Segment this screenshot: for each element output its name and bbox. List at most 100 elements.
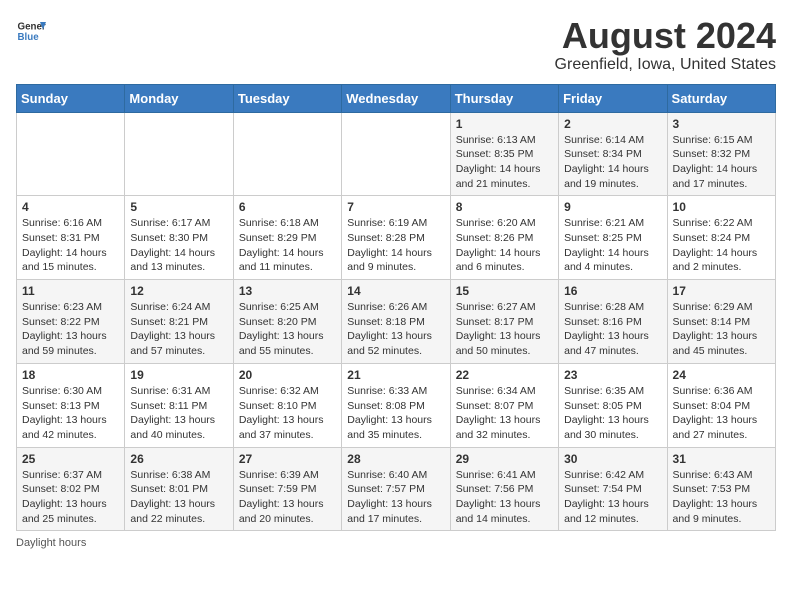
- day-number: 15: [456, 284, 553, 298]
- page-header: General Blue August 2024 Greenfield, Iow…: [16, 16, 776, 74]
- day-number: 11: [22, 284, 119, 298]
- day-number: 4: [22, 200, 119, 214]
- day-info: Sunrise: 6:27 AM Sunset: 8:17 PM Dayligh…: [456, 300, 553, 359]
- day-info: Sunrise: 6:38 AM Sunset: 8:01 PM Dayligh…: [130, 468, 227, 527]
- day-header-wednesday: Wednesday: [342, 84, 450, 112]
- day-number: 28: [347, 452, 444, 466]
- day-info: Sunrise: 6:34 AM Sunset: 8:07 PM Dayligh…: [456, 384, 553, 443]
- day-info: Sunrise: 6:25 AM Sunset: 8:20 PM Dayligh…: [239, 300, 336, 359]
- calendar-week-3: 11 Sunrise: 6:23 AM Sunset: 8:22 PM Dayli…: [17, 280, 776, 364]
- day-number: 9: [564, 200, 661, 214]
- day-header-tuesday: Tuesday: [233, 84, 341, 112]
- day-number: 12: [130, 284, 227, 298]
- calendar-cell: 13 Sunrise: 6:25 AM Sunset: 8:20 PM Dayli…: [233, 280, 341, 364]
- day-header-thursday: Thursday: [450, 84, 558, 112]
- day-number: 26: [130, 452, 227, 466]
- day-number: 17: [673, 284, 770, 298]
- logo-icon: General Blue: [16, 16, 46, 46]
- calendar-table: SundayMondayTuesdayWednesdayThursdayFrid…: [16, 84, 776, 532]
- calendar-cell: 15 Sunrise: 6:27 AM Sunset: 8:17 PM Dayli…: [450, 280, 558, 364]
- day-info: Sunrise: 6:23 AM Sunset: 8:22 PM Dayligh…: [22, 300, 119, 359]
- calendar-cell: [233, 112, 341, 196]
- day-info: Sunrise: 6:40 AM Sunset: 7:57 PM Dayligh…: [347, 468, 444, 527]
- day-info: Sunrise: 6:28 AM Sunset: 8:16 PM Dayligh…: [564, 300, 661, 359]
- day-info: Sunrise: 6:35 AM Sunset: 8:05 PM Dayligh…: [564, 384, 661, 443]
- day-number: 5: [130, 200, 227, 214]
- day-number: 7: [347, 200, 444, 214]
- day-info: Sunrise: 6:22 AM Sunset: 8:24 PM Dayligh…: [673, 216, 770, 275]
- calendar-cell: 26 Sunrise: 6:38 AM Sunset: 8:01 PM Dayli…: [125, 447, 233, 531]
- calendar-cell: 29 Sunrise: 6:41 AM Sunset: 7:56 PM Dayli…: [450, 447, 558, 531]
- day-header-saturday: Saturday: [667, 84, 775, 112]
- day-number: 16: [564, 284, 661, 298]
- day-number: 18: [22, 368, 119, 382]
- calendar-cell: 19 Sunrise: 6:31 AM Sunset: 8:11 PM Dayli…: [125, 363, 233, 447]
- calendar-cell: 7 Sunrise: 6:19 AM Sunset: 8:28 PM Daylig…: [342, 196, 450, 280]
- subtitle: Greenfield, Iowa, United States: [555, 56, 776, 74]
- day-info: Sunrise: 6:39 AM Sunset: 7:59 PM Dayligh…: [239, 468, 336, 527]
- calendar-week-5: 25Sunrise: 6:37 AM Sunset: 8:02 PM Dayli…: [17, 447, 776, 531]
- day-number: 31: [673, 452, 770, 466]
- day-number: 1: [456, 117, 553, 131]
- day-number: 14: [347, 284, 444, 298]
- calendar-cell: 24Sunrise: 6:36 AM Sunset: 8:04 PM Dayli…: [667, 363, 775, 447]
- footer-label: Daylight hours: [16, 537, 776, 549]
- day-info: Sunrise: 6:43 AM Sunset: 7:53 PM Dayligh…: [673, 468, 770, 527]
- calendar-cell: 6Sunrise: 6:18 AM Sunset: 8:29 PM Daylig…: [233, 196, 341, 280]
- svg-text:Blue: Blue: [18, 32, 40, 43]
- calendar-cell: 30 Sunrise: 6:42 AM Sunset: 7:54 PM Dayli…: [559, 447, 667, 531]
- calendar-cell: 17 Sunrise: 6:29 AM Sunset: 8:14 PM Dayli…: [667, 280, 775, 364]
- calendar-cell: 1 Sunrise: 6:13 AM Sunset: 8:35 PM Daylig…: [450, 112, 558, 196]
- calendar-cell: 28 Sunrise: 6:40 AM Sunset: 7:57 PM Dayli…: [342, 447, 450, 531]
- calendar-cell: 23 Sunrise: 6:35 AM Sunset: 8:05 PM Dayli…: [559, 363, 667, 447]
- day-number: 21: [347, 368, 444, 382]
- logo: General Blue: [16, 16, 46, 46]
- day-info: Sunrise: 6:32 AM Sunset: 8:10 PM Dayligh…: [239, 384, 336, 443]
- calendar-cell: 4Sunrise: 6:16 AM Sunset: 8:31 PM Daylig…: [17, 196, 125, 280]
- day-info: Sunrise: 6:36 AM Sunset: 8:04 PM Dayligh…: [673, 384, 770, 443]
- day-info: Sunrise: 6:17 AM Sunset: 8:30 PM Dayligh…: [130, 216, 227, 275]
- calendar-cell: 12 Sunrise: 6:24 AM Sunset: 8:21 PM Dayli…: [125, 280, 233, 364]
- calendar-cell: 8 Sunrise: 6:20 AM Sunset: 8:26 PM Daylig…: [450, 196, 558, 280]
- calendar-cell: 20 Sunrise: 6:32 AM Sunset: 8:10 PM Dayli…: [233, 363, 341, 447]
- calendar-cell: 10 Sunrise: 6:22 AM Sunset: 8:24 PM Dayli…: [667, 196, 775, 280]
- day-info: Sunrise: 6:42 AM Sunset: 7:54 PM Dayligh…: [564, 468, 661, 527]
- calendar-cell: 3Sunrise: 6:15 AM Sunset: 8:32 PM Daylig…: [667, 112, 775, 196]
- day-header-monday: Monday: [125, 84, 233, 112]
- day-info: Sunrise: 6:26 AM Sunset: 8:18 PM Dayligh…: [347, 300, 444, 359]
- calendar-cell: 31 Sunrise: 6:43 AM Sunset: 7:53 PM Dayli…: [667, 447, 775, 531]
- day-info: Sunrise: 6:13 AM Sunset: 8:35 PM Dayligh…: [456, 133, 553, 192]
- day-number: 23: [564, 368, 661, 382]
- day-info: Sunrise: 6:14 AM Sunset: 8:34 PM Dayligh…: [564, 133, 661, 192]
- day-info: Sunrise: 6:30 AM Sunset: 8:13 PM Dayligh…: [22, 384, 119, 443]
- calendar-week-2: 4Sunrise: 6:16 AM Sunset: 8:31 PM Daylig…: [17, 196, 776, 280]
- calendar-header-row: SundayMondayTuesdayWednesdayThursdayFrid…: [17, 84, 776, 112]
- calendar-cell: 11 Sunrise: 6:23 AM Sunset: 8:22 PM Dayli…: [17, 280, 125, 364]
- day-info: Sunrise: 6:41 AM Sunset: 7:56 PM Dayligh…: [456, 468, 553, 527]
- day-info: Sunrise: 6:24 AM Sunset: 8:21 PM Dayligh…: [130, 300, 227, 359]
- calendar-cell: 9Sunrise: 6:21 AM Sunset: 8:25 PM Daylig…: [559, 196, 667, 280]
- day-number: 29: [456, 452, 553, 466]
- day-number: 19: [130, 368, 227, 382]
- calendar-cell: 21 Sunrise: 6:33 AM Sunset: 8:08 PM Dayli…: [342, 363, 450, 447]
- day-number: 10: [673, 200, 770, 214]
- calendar-cell: [17, 112, 125, 196]
- calendar-cell: [125, 112, 233, 196]
- main-title: August 2024: [555, 16, 776, 56]
- calendar-cell: 27Sunrise: 6:39 AM Sunset: 7:59 PM Dayli…: [233, 447, 341, 531]
- day-info: Sunrise: 6:33 AM Sunset: 8:08 PM Dayligh…: [347, 384, 444, 443]
- calendar-cell: 5 Sunrise: 6:17 AM Sunset: 8:30 PM Daylig…: [125, 196, 233, 280]
- day-info: Sunrise: 6:20 AM Sunset: 8:26 PM Dayligh…: [456, 216, 553, 275]
- calendar-cell: 25Sunrise: 6:37 AM Sunset: 8:02 PM Dayli…: [17, 447, 125, 531]
- calendar-cell: [342, 112, 450, 196]
- day-number: 13: [239, 284, 336, 298]
- day-number: 22: [456, 368, 553, 382]
- title-block: August 2024 Greenfield, Iowa, United Sta…: [555, 16, 776, 74]
- day-info: Sunrise: 6:31 AM Sunset: 8:11 PM Dayligh…: [130, 384, 227, 443]
- day-info: Sunrise: 6:29 AM Sunset: 8:14 PM Dayligh…: [673, 300, 770, 359]
- day-info: Sunrise: 6:19 AM Sunset: 8:28 PM Dayligh…: [347, 216, 444, 275]
- day-number: 20: [239, 368, 336, 382]
- day-number: 30: [564, 452, 661, 466]
- day-number: 8: [456, 200, 553, 214]
- calendar-week-4: 18 Sunrise: 6:30 AM Sunset: 8:13 PM Dayli…: [17, 363, 776, 447]
